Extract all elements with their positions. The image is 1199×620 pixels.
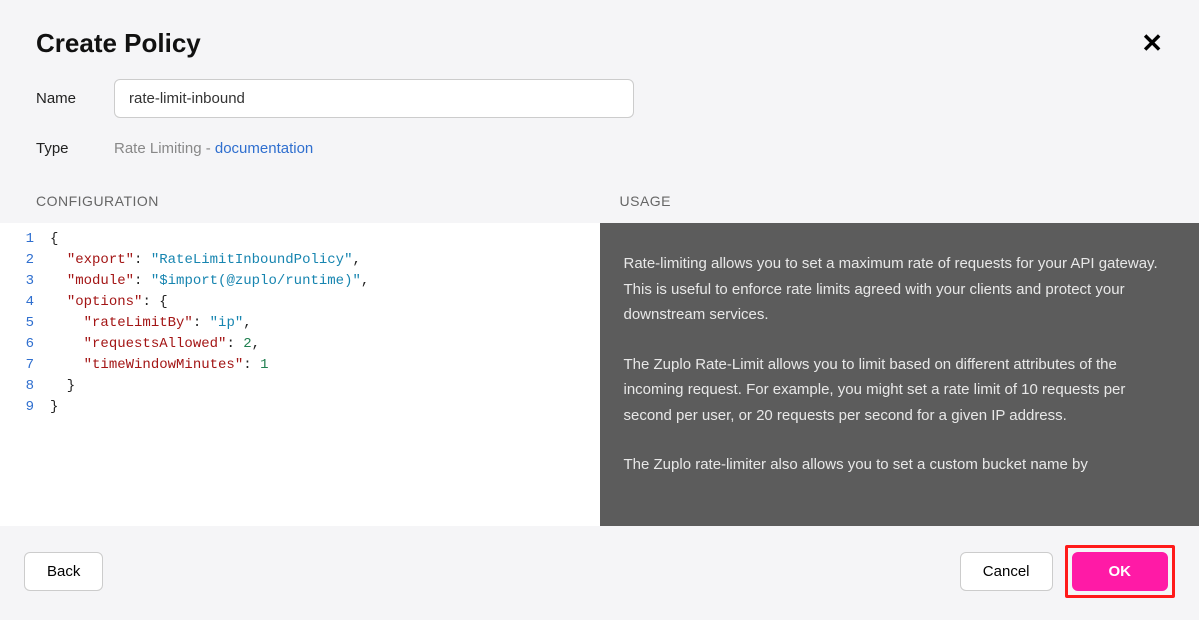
- cancel-button[interactable]: Cancel: [960, 552, 1053, 591]
- line-number: 9: [18, 397, 34, 418]
- documentation-link[interactable]: documentation: [215, 140, 313, 157]
- ok-button[interactable]: OK: [1072, 552, 1169, 591]
- code-line[interactable]: }: [50, 376, 590, 397]
- code-line[interactable]: "module": "$import(@zuplo/runtime)",: [50, 271, 590, 292]
- modal-header: Create Policy ✕: [0, 0, 1199, 79]
- name-row: Name: [0, 79, 1199, 118]
- line-number: 8: [18, 376, 34, 397]
- usage-paragraph: The Zuplo Rate-Limit allows you to limit…: [624, 352, 1176, 429]
- line-number: 6: [18, 334, 34, 355]
- line-number: 2: [18, 250, 34, 271]
- code-lines[interactable]: { "export": "RateLimitInboundPolicy", "m…: [42, 223, 600, 526]
- configuration-panel: CONFIGURATION 123456789 { "export": "Rat…: [0, 179, 600, 526]
- type-row: Type Rate Limiting - documentation: [0, 140, 1199, 157]
- code-line[interactable]: {: [50, 229, 590, 250]
- modal-footer: Back Cancel OK: [0, 526, 1199, 620]
- type-value-prefix: Rate Limiting -: [114, 140, 215, 157]
- usage-panel: USAGE Rate-limiting allows you to set a …: [600, 179, 1199, 526]
- line-number: 5: [18, 313, 34, 334]
- code-line[interactable]: "timeWindowMinutes": 1: [50, 355, 590, 376]
- code-line[interactable]: "export": "RateLimitInboundPolicy",: [50, 250, 590, 271]
- close-button[interactable]: ✕: [1141, 30, 1163, 56]
- usage-paragraph: The Zuplo rate-limiter also allows you t…: [624, 452, 1176, 478]
- usage-paragraph: Rate-limiting allows you to set a maximu…: [624, 251, 1176, 328]
- code-line[interactable]: "rateLimitBy": "ip",: [50, 313, 590, 334]
- line-number: 1: [18, 229, 34, 250]
- back-button[interactable]: Back: [24, 552, 103, 591]
- code-line[interactable]: }: [50, 397, 590, 418]
- line-number: 4: [18, 292, 34, 313]
- name-input[interactable]: [114, 79, 634, 118]
- line-number: 3: [18, 271, 34, 292]
- modal-title: Create Policy: [36, 28, 1163, 59]
- type-value: Rate Limiting - documentation: [114, 140, 313, 157]
- code-gutter: 123456789: [0, 223, 42, 526]
- configuration-header: CONFIGURATION: [0, 179, 600, 223]
- line-number: 7: [18, 355, 34, 376]
- code-line[interactable]: "options": {: [50, 292, 590, 313]
- code-line[interactable]: "requestsAllowed": 2,: [50, 334, 590, 355]
- panels: CONFIGURATION 123456789 { "export": "Rat…: [0, 179, 1199, 526]
- usage-body: Rate-limiting allows you to set a maximu…: [600, 223, 1199, 526]
- type-label: Type: [36, 140, 114, 157]
- ok-highlight-box: OK: [1065, 545, 1176, 598]
- code-editor[interactable]: 123456789 { "export": "RateLimitInboundP…: [0, 223, 600, 526]
- close-icon: ✕: [1141, 28, 1163, 58]
- create-policy-modal: Create Policy ✕ Name Type Rate Limiting …: [0, 0, 1199, 620]
- name-label: Name: [36, 90, 114, 107]
- usage-header: USAGE: [600, 179, 1199, 223]
